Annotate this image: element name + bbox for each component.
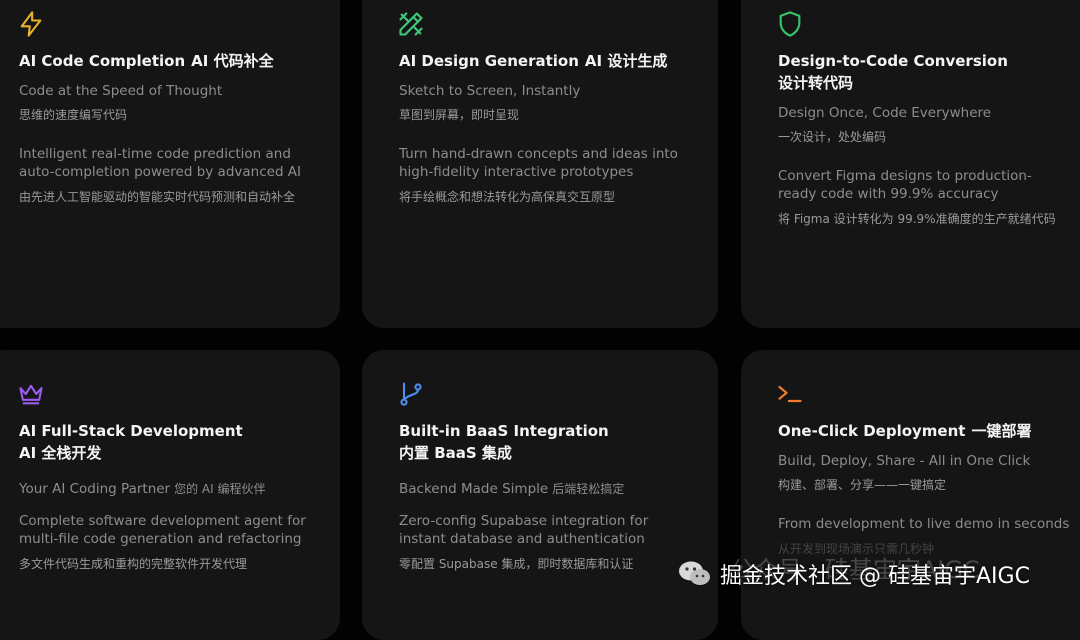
card-tagline-zh: 草图到屏幕，即时呈现 bbox=[399, 108, 520, 122]
feature-card-code-completion[interactable]: AI Code Completion AI 代码补全 Code at the Sp… bbox=[0, 0, 340, 328]
feature-card-full-stack[interactable]: AI Full-Stack Development AI 全栈开发 Your AI… bbox=[0, 350, 340, 640]
pencil-ruler-icon bbox=[397, 10, 425, 38]
card-tagline-zh: 构建、部署、分享——一键搞定 bbox=[778, 478, 947, 492]
card-tagline-zh: 一次设计，处处编码 bbox=[778, 130, 887, 144]
card-tagline: Your AI Coding Partner 您的 AI 编程伙伴 bbox=[19, 481, 266, 497]
card-tagline: Code at the Speed of Thought bbox=[19, 83, 223, 99]
card-tagline-zh: 思维的速度编写代码 bbox=[19, 108, 128, 122]
git-branch-icon bbox=[397, 380, 425, 408]
card-title: AI Design Generation AI 设计生成 bbox=[399, 52, 668, 70]
lightning-bolt-icon bbox=[17, 10, 45, 38]
feature-card-design-to-code[interactable]: Design-to-Code Conversion 设计转代码 Design On… bbox=[741, 0, 1080, 328]
card-title: Design-to-Code Conversion 设计转代码 bbox=[778, 52, 1008, 92]
crown-icon bbox=[17, 380, 45, 408]
card-description: Convert Figma designs to production-read… bbox=[778, 168, 1032, 202]
card-title: AI Full-Stack Development AI 全栈开发 bbox=[19, 422, 243, 462]
feature-card-deployment[interactable]: One-Click Deployment 一键部署 Build, Deploy, … bbox=[741, 350, 1080, 640]
card-description-zh: 将 Figma 设计转化为 99.9%准确度的生产就绪代码 bbox=[778, 212, 1056, 226]
watermark: 掘金技术社区 @ 硅基宙宇AIGC bbox=[678, 552, 1030, 596]
shield-icon bbox=[776, 10, 804, 38]
card-description-zh: 将手绘概念和想法转化为高保真交互原型 bbox=[399, 190, 616, 204]
feature-card-baas[interactable]: Built-in BaaS Integration 内置 BaaS 集成 Back… bbox=[362, 350, 718, 640]
card-tagline: Backend Made Simple 后端轻松搞定 bbox=[399, 481, 625, 497]
card-description-zh: 零配置 Supabase 集成，即时数据库和认证 bbox=[399, 557, 634, 571]
card-title: Built-in BaaS Integration 内置 BaaS 集成 bbox=[399, 422, 609, 462]
card-description-zh: 多文件代码生成和重构的完整软件开发代理 bbox=[19, 557, 248, 571]
card-tagline: Design Once, Code Everywhere bbox=[778, 105, 992, 121]
card-description-zh: 由先进人工智能驱动的智能实时代码预测和自动补全 bbox=[19, 190, 296, 204]
card-description: Intelligent real-time code prediction an… bbox=[19, 146, 302, 180]
card-description: Zero-config Supabase integration for ins… bbox=[399, 513, 649, 547]
card-description: Turn hand-drawn concepts and ideas into … bbox=[399, 146, 678, 180]
card-tagline: Sketch to Screen, Instantly bbox=[399, 83, 581, 99]
terminal-icon bbox=[776, 380, 804, 408]
card-description: From development to live demo in seconds bbox=[778, 516, 1070, 532]
feature-card-design-generation[interactable]: AI Design Generation AI 设计生成 Sketch to Sc… bbox=[362, 0, 718, 328]
card-description: Complete software development agent for … bbox=[19, 513, 306, 547]
card-title: AI Code Completion AI 代码补全 bbox=[19, 52, 274, 70]
card-title: One-Click Deployment 一键部署 bbox=[778, 422, 1032, 440]
watermark-text: 掘金技术社区 @ 硅基宙宇AIGC bbox=[720, 564, 1030, 589]
wechat-icon bbox=[678, 560, 712, 588]
card-tagline: Build, Deploy, Share - All in One Click bbox=[778, 453, 1031, 469]
